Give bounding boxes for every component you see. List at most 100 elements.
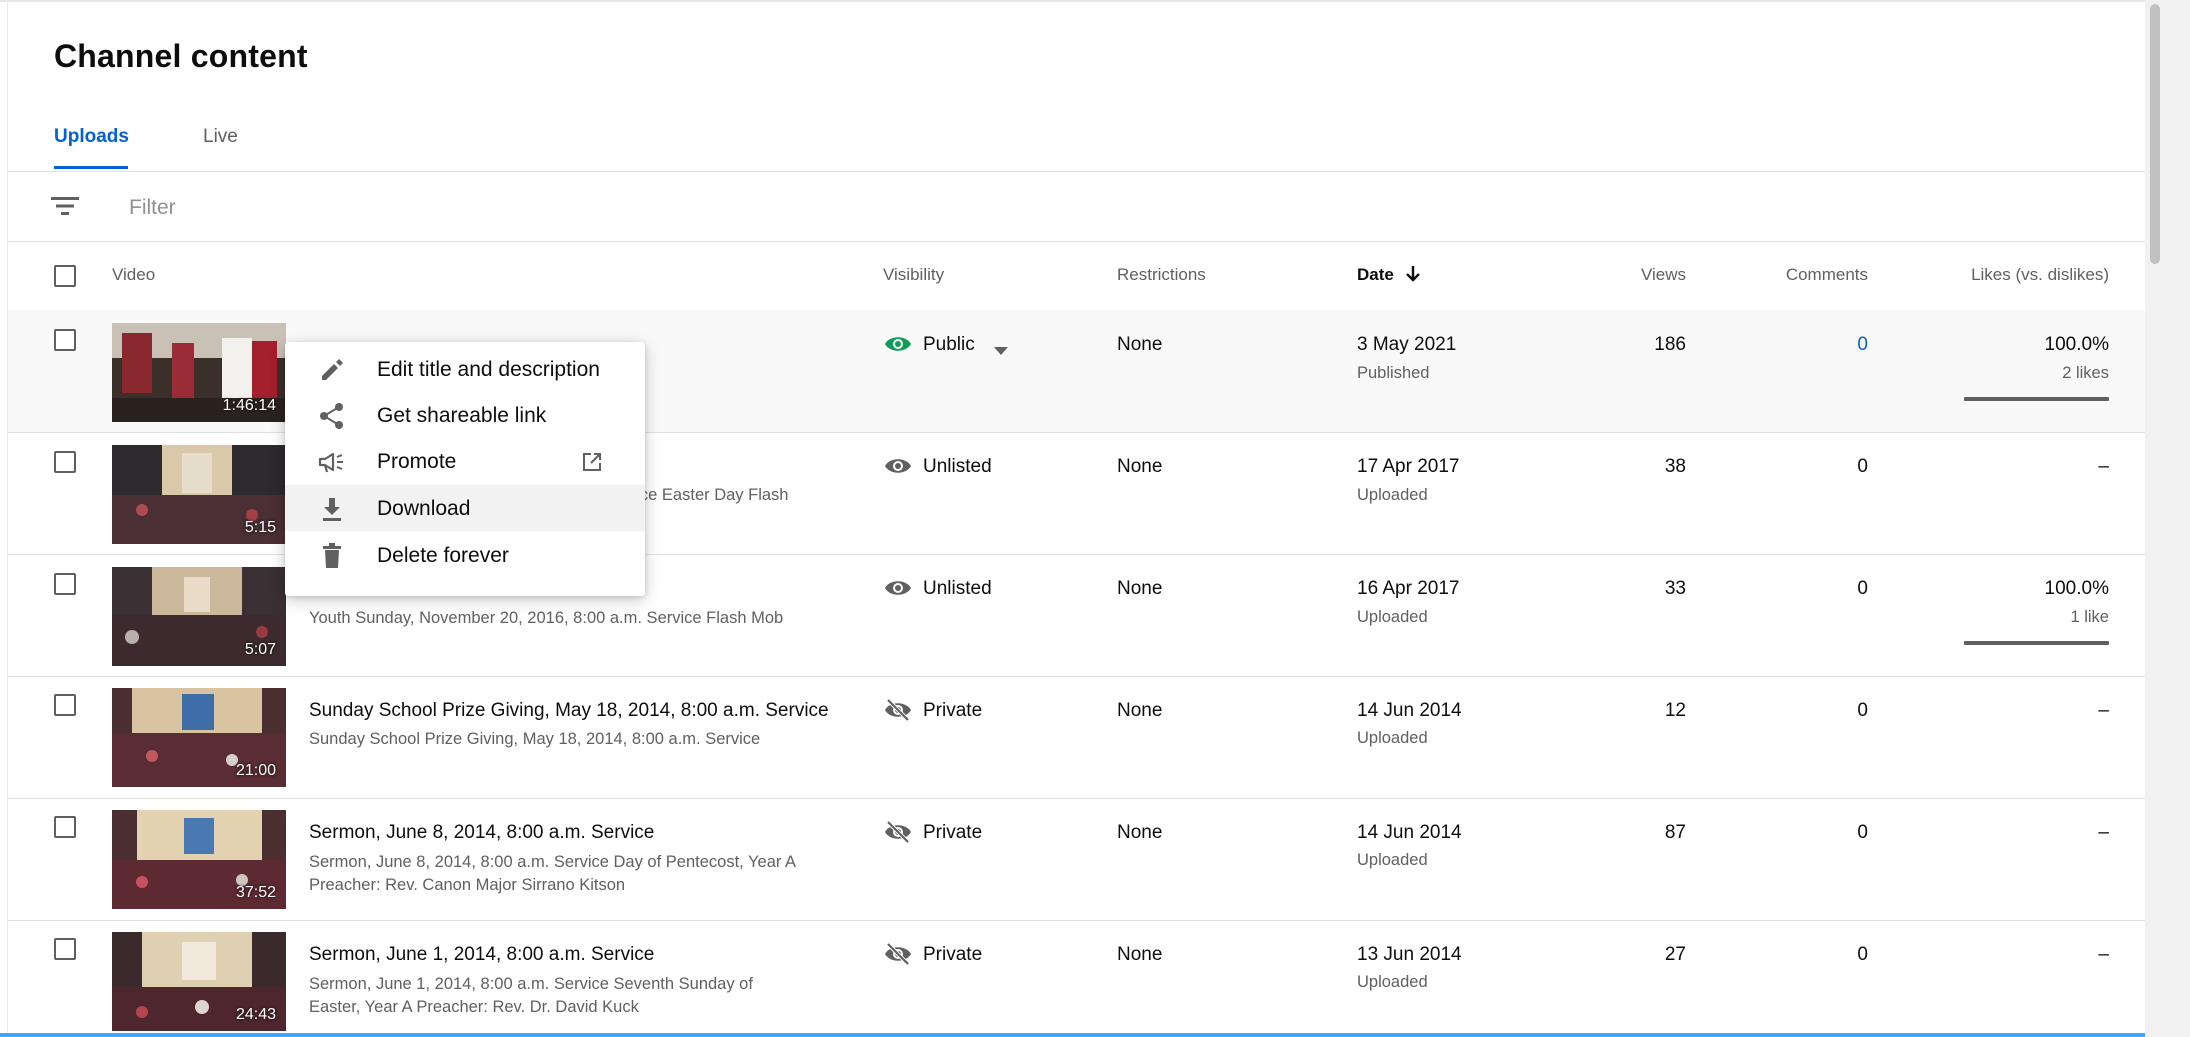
video-duration: 1:46:14 bbox=[222, 397, 276, 414]
pencil-icon bbox=[317, 355, 347, 385]
column-header-date[interactable]: Date bbox=[1357, 265, 1421, 285]
left-border bbox=[7, 0, 8, 1037]
comments-value: 0 bbox=[1857, 456, 1868, 477]
date-status: Uploaded bbox=[1357, 973, 1428, 991]
select-all-checkbox[interactable] bbox=[54, 265, 76, 287]
menu-item-download[interactable]: Download bbox=[285, 485, 645, 531]
date-value: 14 Jun 2014 bbox=[1357, 700, 1462, 721]
menu-item-promote[interactable]: Promote bbox=[285, 438, 645, 484]
column-header-likes[interactable]: Likes (vs. dislikes) bbox=[1900, 265, 2109, 285]
filter-input[interactable]: Filter bbox=[129, 196, 176, 220]
column-header-views[interactable]: Views bbox=[1566, 265, 1686, 285]
video-title[interactable]: Sermon, June 8, 2014, 8:00 a.m. Service bbox=[309, 822, 654, 844]
menu-item-delete[interactable]: Delete forever bbox=[285, 532, 645, 578]
date-header-label: Date bbox=[1357, 265, 1394, 284]
visibility-value[interactable]: Private bbox=[923, 822, 982, 844]
restrictions-value: None bbox=[1117, 944, 1163, 965]
download-icon bbox=[317, 494, 347, 524]
video-description: Sunday School Prize Giving, May 18, 2014… bbox=[309, 730, 761, 748]
likes-ratio-bar bbox=[1964, 397, 2109, 401]
restrictions-value: None bbox=[1117, 822, 1163, 843]
views-value: 33 bbox=[1664, 578, 1686, 599]
video-title[interactable]: Sermon, June 1, 2014, 8:00 a.m. Service bbox=[309, 944, 654, 966]
menu-item-get-link[interactable]: Get shareable link bbox=[285, 392, 645, 438]
row-checkbox[interactable] bbox=[54, 329, 76, 351]
video-description-line2: Easter, Year A Preacher: Rev. Dr. David … bbox=[309, 998, 639, 1016]
video-thumbnail[interactable]: 1:46:14 bbox=[112, 323, 286, 422]
row-checkbox[interactable] bbox=[54, 938, 76, 960]
divider bbox=[8, 920, 2145, 921]
visibility-value[interactable]: Private bbox=[923, 700, 982, 722]
video-thumbnail[interactable]: 24:43 bbox=[112, 932, 286, 1031]
restrictions-value: None bbox=[1117, 334, 1163, 355]
row-checkbox[interactable] bbox=[54, 694, 76, 716]
video-description: Sermon, June 1, 2014, 8:00 a.m. Service … bbox=[309, 975, 753, 993]
page-title: Channel content bbox=[54, 38, 308, 74]
video-title[interactable]: Sunday School Prize Giving, May 18, 2014… bbox=[309, 700, 829, 722]
video-duration: 21:00 bbox=[235, 762, 276, 779]
video-duration: 5:07 bbox=[244, 641, 276, 658]
video-thumbnail[interactable]: 37:52 bbox=[112, 810, 286, 909]
menu-label: Get shareable link bbox=[377, 404, 547, 427]
date-value: 3 May 2021 bbox=[1357, 334, 1457, 355]
video-duration: 37:52 bbox=[235, 884, 276, 901]
visibility-value[interactable]: Public bbox=[923, 334, 975, 356]
date-value: 13 Jun 2014 bbox=[1357, 944, 1462, 965]
divider bbox=[8, 171, 2145, 172]
eye-icon bbox=[884, 578, 912, 598]
divider bbox=[8, 241, 2145, 242]
row-checkbox[interactable] bbox=[54, 451, 76, 473]
visibility-value[interactable]: Unlisted bbox=[923, 456, 992, 478]
column-header-visibility: Visibility bbox=[883, 265, 945, 284]
likes-count: 2 likes bbox=[2062, 364, 2109, 382]
eye-off-icon bbox=[884, 820, 912, 844]
comments-value: 0 bbox=[1857, 944, 1868, 965]
date-status: Uploaded bbox=[1357, 486, 1428, 504]
visibility-value[interactable]: Unlisted bbox=[923, 578, 992, 600]
video-duration: 24:43 bbox=[235, 1006, 276, 1023]
megaphone-icon bbox=[317, 447, 347, 477]
menu-label: Edit title and description bbox=[377, 358, 600, 381]
eye-off-icon bbox=[884, 942, 912, 966]
column-header-comments[interactable]: Comments bbox=[1748, 265, 1868, 285]
date-value: 17 Apr 2017 bbox=[1357, 456, 1460, 477]
likes-value: – bbox=[2098, 822, 2109, 843]
menu-label: Promote bbox=[377, 450, 457, 473]
row-checkbox[interactable] bbox=[54, 573, 76, 595]
views-value: 87 bbox=[1664, 822, 1686, 843]
video-thumbnail[interactable]: 5:07 bbox=[112, 567, 286, 666]
comments-value: 0 bbox=[1857, 700, 1868, 721]
divider bbox=[8, 798, 2145, 799]
video-thumbnail[interactable]: 5:15 bbox=[112, 445, 286, 544]
restrictions-value: None bbox=[1117, 578, 1163, 599]
date-status: Uploaded bbox=[1357, 608, 1428, 626]
date-status: Uploaded bbox=[1357, 851, 1428, 869]
eye-icon bbox=[884, 334, 912, 354]
tab-uploads[interactable]: Uploads bbox=[54, 126, 129, 148]
divider bbox=[8, 676, 2145, 677]
eye-icon bbox=[884, 456, 912, 476]
video-description: Sermon, June 8, 2014, 8:00 a.m. Service … bbox=[309, 853, 797, 871]
share-icon bbox=[317, 401, 347, 431]
comments-value: 0 bbox=[1857, 822, 1868, 843]
tab-live[interactable]: Live bbox=[203, 126, 238, 148]
likes-value: – bbox=[2098, 456, 2109, 477]
caret-down-icon[interactable] bbox=[994, 342, 1008, 355]
row-checkbox[interactable] bbox=[54, 816, 76, 838]
open-external-icon bbox=[582, 452, 602, 472]
comments-value: 0 bbox=[1857, 578, 1868, 599]
likes-count: 1 like bbox=[2070, 608, 2109, 626]
comments-link[interactable]: 0 bbox=[1748, 334, 1868, 356]
views-value: 186 bbox=[1654, 334, 1686, 355]
filter-lines-icon[interactable] bbox=[50, 194, 80, 218]
restrictions-value: None bbox=[1117, 456, 1163, 477]
eye-off-icon bbox=[884, 698, 912, 722]
video-description-line2: Preacher: Rev. Canon Major Sirrano Kitso… bbox=[309, 876, 626, 894]
date-status: Uploaded bbox=[1357, 729, 1428, 747]
video-options-menu: Edit title and description Get shareable… bbox=[285, 342, 645, 596]
visibility-value[interactable]: Private bbox=[923, 944, 982, 966]
video-thumbnail[interactable]: 21:00 bbox=[112, 688, 286, 787]
video-description: Youth Sunday, November 20, 2016, 8:00 a.… bbox=[309, 609, 784, 627]
menu-item-edit-title[interactable]: Edit title and description bbox=[285, 346, 645, 392]
scrollbar-thumb[interactable] bbox=[2150, 4, 2160, 264]
